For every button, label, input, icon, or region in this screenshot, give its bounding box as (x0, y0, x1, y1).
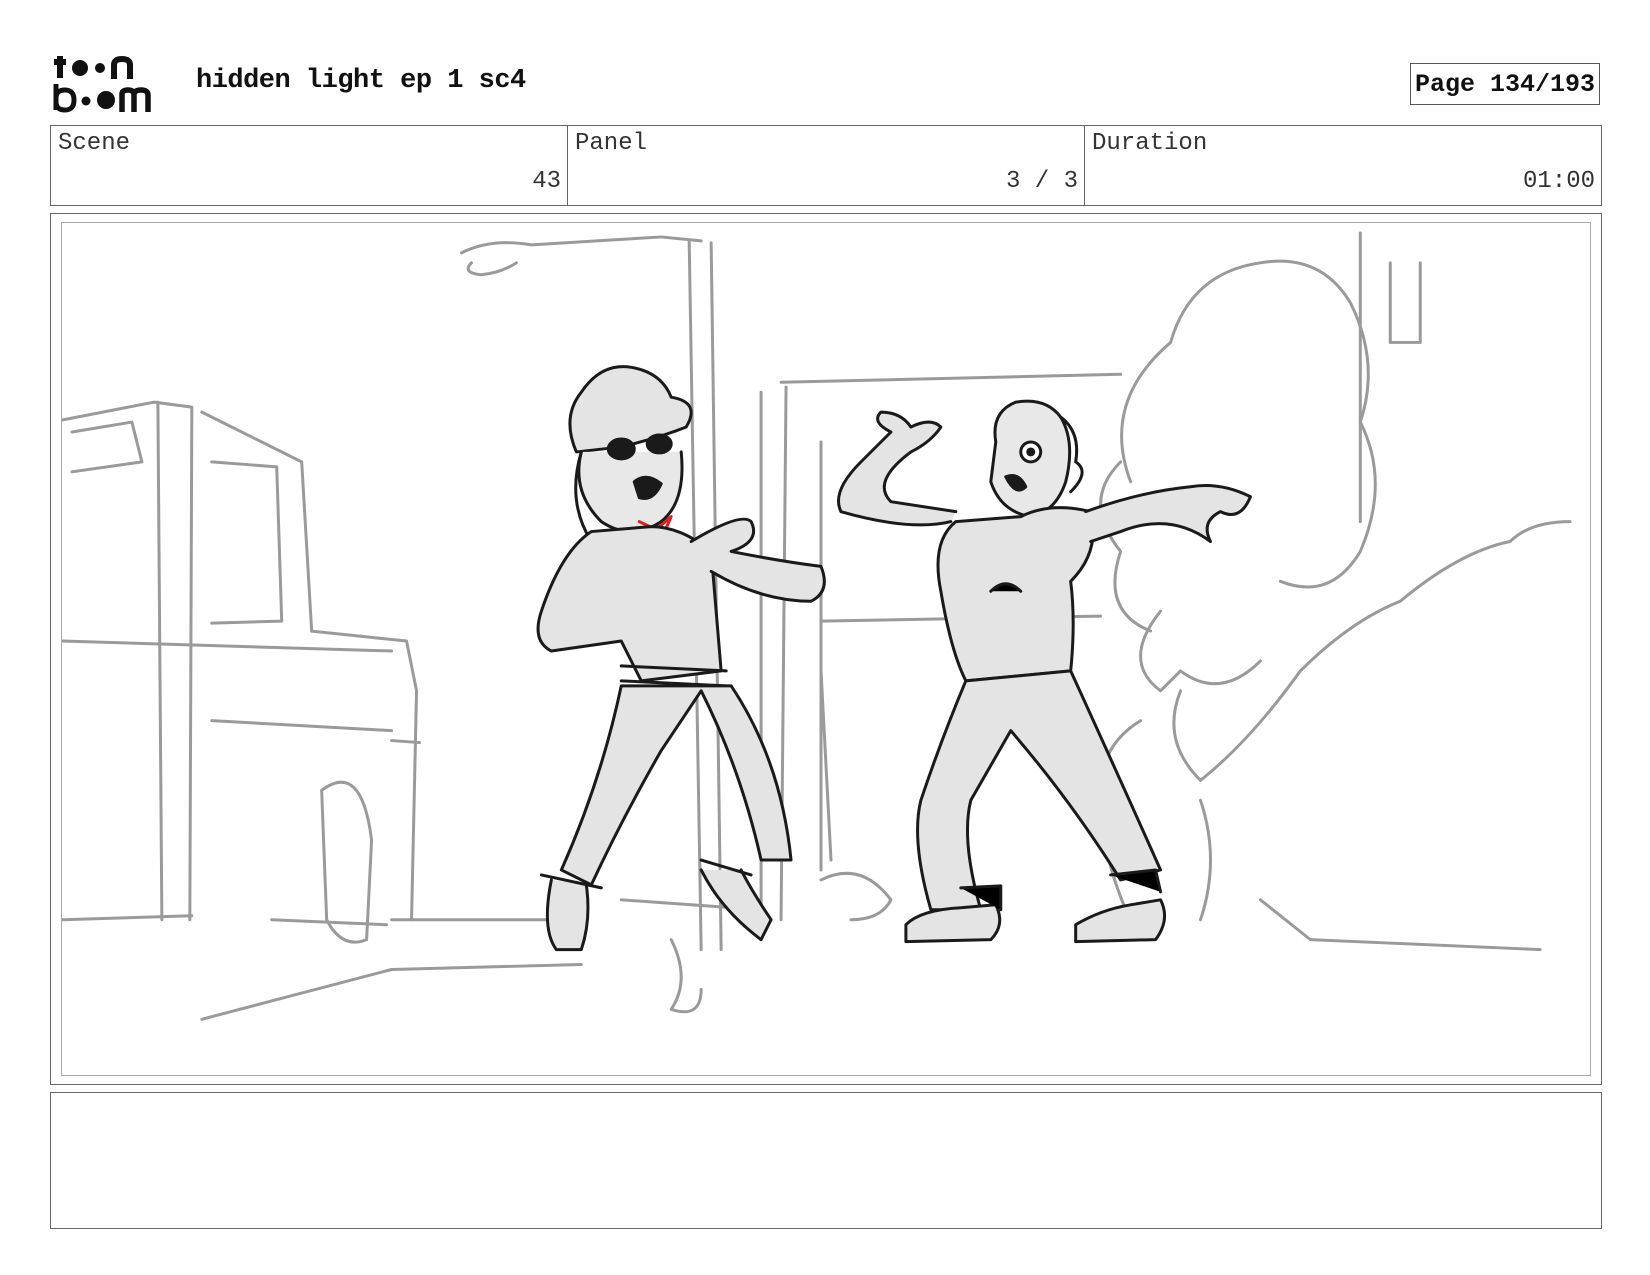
panel-value: 3 / 3 (1005, 168, 1078, 195)
toon-boom-logo (52, 52, 170, 114)
duration-cell: Duration 01:00 (1085, 126, 1601, 205)
storyboard-title: hidden light ep 1 sc4 (196, 66, 526, 96)
page-number-badge: Page 134/193 (1410, 63, 1600, 105)
panel-label: Panel (575, 130, 648, 157)
man-character-sketch (836, 399, 1252, 944)
bushes-sketch (669, 231, 1572, 1014)
truck-sketch (62, 400, 583, 1021)
scene-label: Scene (58, 130, 131, 157)
scene-cell: Scene 43 (51, 126, 568, 205)
duration-value: 01:00 (1522, 168, 1595, 195)
panel-info-row: Scene 43 Panel 3 / 3 Duration 01:00 (50, 125, 1602, 206)
panel-notes-box[interactable] (50, 1092, 1602, 1229)
scene-value: 43 (532, 168, 561, 195)
storyboard-panel-frame (50, 213, 1602, 1085)
storyboard-sketch (61, 222, 1591, 1076)
duration-label: Duration (1092, 130, 1208, 157)
panel-cell: Panel 3 / 3 (568, 126, 1085, 205)
